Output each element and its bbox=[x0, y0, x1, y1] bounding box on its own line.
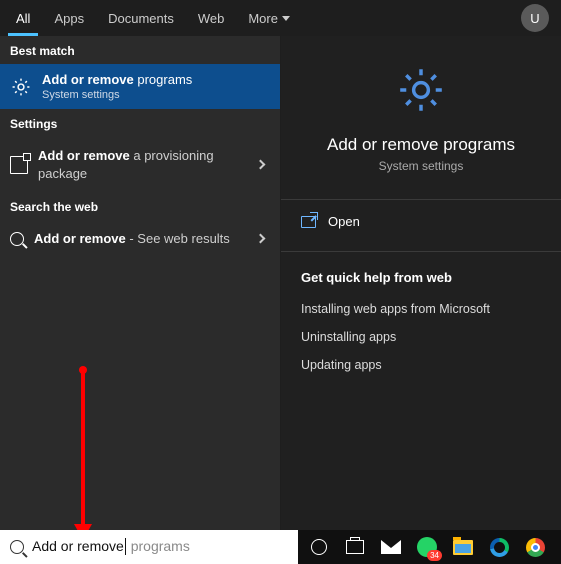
search-icon bbox=[10, 232, 24, 246]
tab-documents[interactable]: Documents bbox=[96, 0, 186, 36]
gear-icon bbox=[10, 76, 32, 98]
edge-icon[interactable] bbox=[488, 536, 510, 558]
mail-icon[interactable] bbox=[380, 536, 402, 558]
chevron-down-icon bbox=[282, 16, 290, 21]
cortana-icon[interactable] bbox=[308, 536, 330, 558]
web-result-rest: - See web results bbox=[126, 231, 230, 246]
settings-result-bold: Add or remove bbox=[38, 148, 130, 163]
file-explorer-icon[interactable] bbox=[452, 536, 474, 558]
search-autocomplete-hint: programs bbox=[127, 538, 190, 554]
taskbar-search-box[interactable]: Add or remove programs bbox=[0, 530, 298, 564]
best-match-subtitle: System settings bbox=[42, 89, 192, 101]
open-action[interactable]: Open bbox=[281, 200, 561, 243]
task-view-icon[interactable] bbox=[344, 536, 366, 558]
search-icon bbox=[10, 540, 24, 554]
section-web: Search the web bbox=[0, 192, 280, 220]
chevron-right-icon bbox=[256, 160, 266, 170]
open-label: Open bbox=[328, 214, 360, 229]
web-result[interactable]: Add or remove - See web results bbox=[0, 220, 280, 258]
settings-result-provisioning[interactable]: Add or remove a provisioning package bbox=[0, 137, 280, 192]
search-typed-text: Add or remove bbox=[32, 538, 124, 554]
section-settings: Settings bbox=[0, 109, 280, 137]
tab-more-label: More bbox=[248, 11, 278, 26]
section-best-match: Best match bbox=[0, 36, 280, 64]
provisioning-package-icon bbox=[10, 156, 28, 174]
help-link-update[interactable]: Updating apps bbox=[281, 351, 561, 379]
results-pane: Best match Add or remove programs System… bbox=[0, 36, 281, 530]
chrome-icon[interactable] bbox=[524, 536, 546, 558]
preview-subtitle: System settings bbox=[379, 159, 464, 173]
tab-apps[interactable]: Apps bbox=[42, 0, 96, 36]
text-caret bbox=[125, 538, 126, 555]
best-match-result[interactable]: Add or remove programs System settings bbox=[0, 64, 280, 109]
best-match-title-rest: programs bbox=[134, 72, 193, 87]
best-match-title-bold: Add or remove bbox=[42, 72, 134, 87]
best-match-title: Add or remove programs bbox=[42, 72, 192, 87]
tab-all[interactable]: All bbox=[4, 0, 42, 36]
help-header: Get quick help from web bbox=[281, 252, 561, 295]
tab-web[interactable]: Web bbox=[186, 0, 237, 36]
whatsapp-icon[interactable]: 34 bbox=[416, 536, 438, 558]
preview-title: Add or remove programs bbox=[327, 135, 515, 155]
open-external-icon bbox=[301, 216, 316, 228]
user-avatar[interactable]: U bbox=[521, 4, 549, 32]
chevron-right-icon bbox=[256, 234, 266, 244]
gear-icon bbox=[395, 64, 447, 121]
settings-result-text: Add or remove a provisioning package bbox=[38, 147, 247, 182]
tab-more[interactable]: More bbox=[236, 0, 302, 36]
web-result-text: Add or remove - See web results bbox=[34, 230, 247, 248]
whatsapp-badge: 34 bbox=[427, 550, 442, 561]
help-link-uninstall[interactable]: Uninstalling apps bbox=[281, 323, 561, 351]
preview-pane: Add or remove programs System settings O… bbox=[281, 36, 561, 530]
web-result-bold: Add or remove bbox=[34, 231, 126, 246]
help-link-install[interactable]: Installing web apps from Microsoft bbox=[281, 295, 561, 323]
taskbar: 34 bbox=[298, 530, 561, 564]
search-scope-tabs: All Apps Documents Web More U bbox=[0, 0, 561, 36]
